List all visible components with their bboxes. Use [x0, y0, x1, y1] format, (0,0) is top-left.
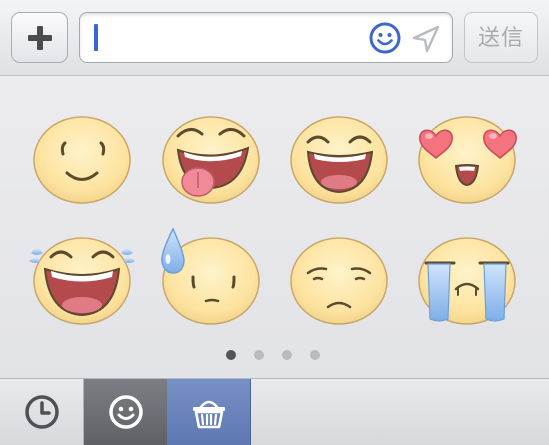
- smile-face-icon: [33, 116, 131, 204]
- shop-basket-icon: [193, 400, 225, 429]
- worried-face-sticker[interactable]: [284, 229, 394, 329]
- page-dot-1[interactable]: [226, 350, 236, 360]
- heart-eyes-face-icon: [418, 116, 517, 204]
- location-arrow-icon: [412, 25, 440, 53]
- sticker-category-tabs: [0, 378, 549, 445]
- heart-eyes-face-sticker[interactable]: [412, 108, 522, 208]
- text-caret: [94, 24, 98, 51]
- page-indicator: [226, 347, 338, 360]
- sweat-drop-face-sticker[interactable]: [156, 227, 266, 329]
- add-attachment-button[interactable]: [11, 12, 68, 63]
- grin-face-sticker[interactable]: [284, 108, 394, 208]
- message-input[interactable]: [79, 12, 453, 63]
- crying-face-icon: [418, 237, 516, 325]
- smiley-icon: [369, 22, 401, 54]
- tongue-out-face-icon: [162, 116, 260, 204]
- laugh-tears-face-sticker[interactable]: [27, 229, 137, 329]
- tab-recent[interactable]: [0, 379, 84, 445]
- emoji-toggle-button[interactable]: [368, 21, 402, 55]
- tab-emoji[interactable]: [84, 379, 168, 445]
- page-dot-3[interactable]: [282, 350, 292, 360]
- laugh-tears-face-icon: [29, 237, 135, 325]
- page-dot-4[interactable]: [310, 350, 320, 360]
- grin-face-icon: [290, 116, 388, 204]
- emoji-face-icon: [109, 395, 143, 429]
- sweat-drop-face-icon: [161, 227, 260, 325]
- worried-face-icon: [290, 237, 388, 325]
- location-button[interactable]: [410, 23, 442, 55]
- send-button[interactable]: 送信: [464, 12, 538, 63]
- smile-face-sticker[interactable]: [27, 108, 137, 208]
- tab-shop[interactable]: [167, 379, 251, 445]
- tongue-out-face-sticker[interactable]: [156, 108, 266, 208]
- message-input-bar: 送信: [0, 0, 549, 76]
- page-dot-2[interactable]: [254, 350, 264, 360]
- clock-icon: [25, 395, 59, 429]
- crying-face-sticker[interactable]: [412, 229, 522, 329]
- plus-icon: [28, 26, 52, 50]
